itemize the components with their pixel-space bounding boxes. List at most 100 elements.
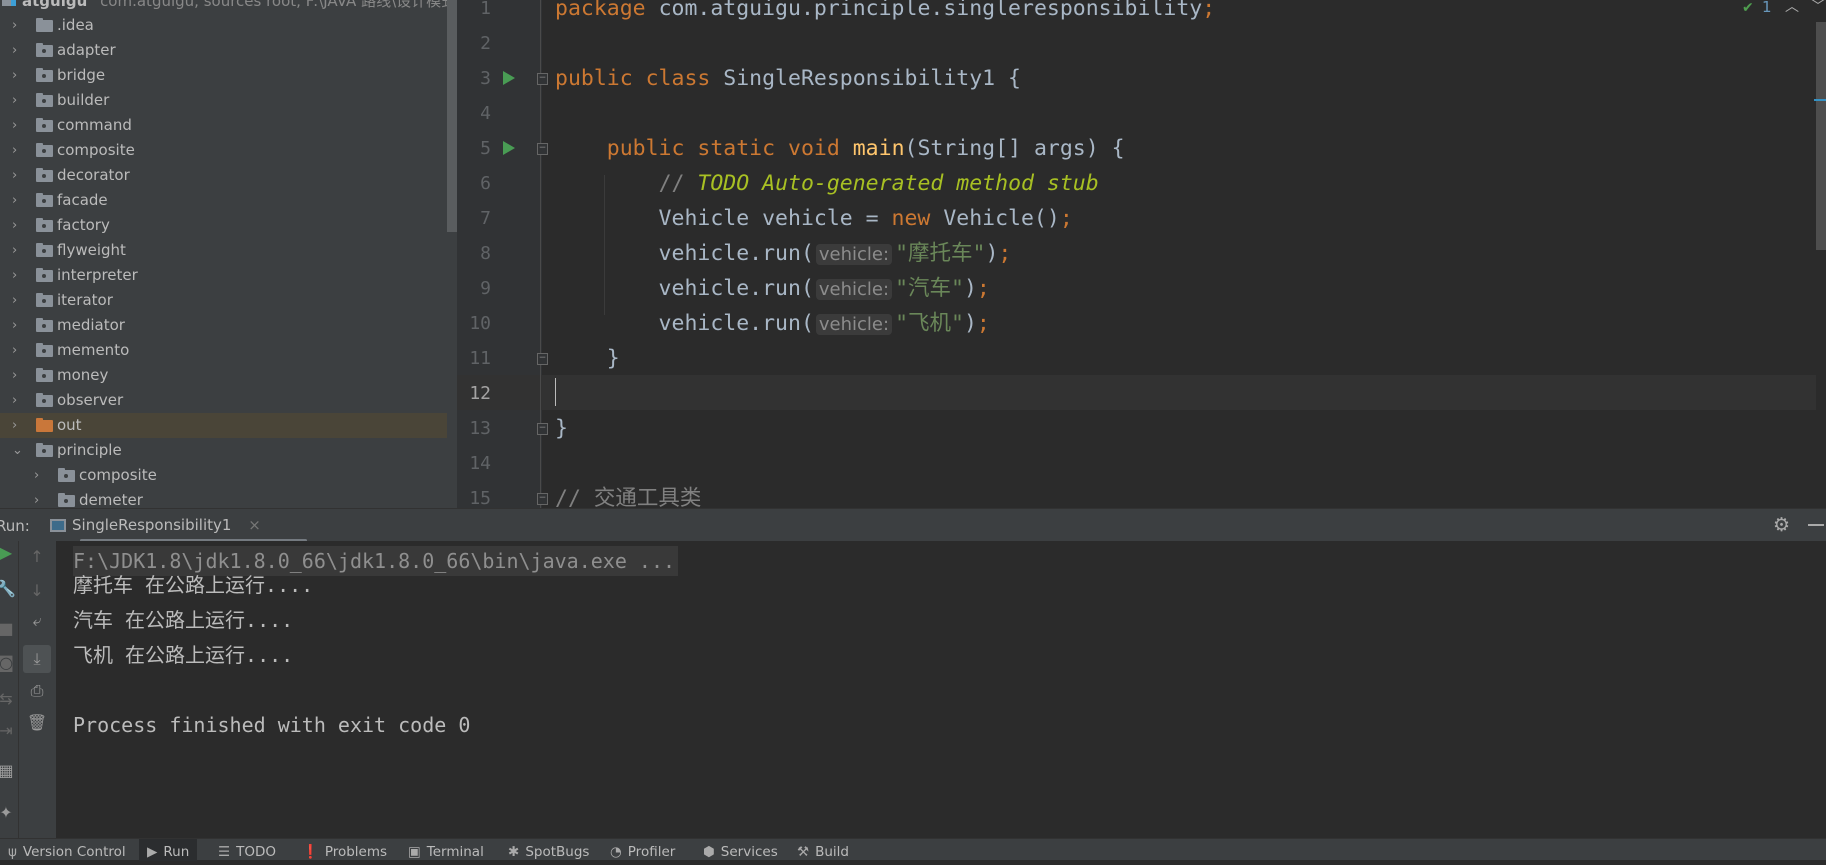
chevron-right-icon[interactable]: › — [12, 363, 22, 388]
console-output[interactable]: F:\JDK1.8\jdk1.8.0_66\jdk1.8.0_66\bin\ja… — [56, 541, 1826, 838]
stop-icon[interactable]: ■ — [0, 619, 20, 638]
tree-item[interactable]: › money — [0, 363, 447, 388]
chevron-right-icon[interactable]: › — [12, 263, 22, 288]
arrow-down-icon[interactable]: ↓ — [23, 581, 51, 600]
wrench-icon[interactable]: 🔧 — [0, 579, 20, 598]
tree-item[interactable]: › observer — [0, 388, 447, 413]
scroll-to-end-icon[interactable]: ⤓ — [23, 645, 51, 673]
chevron-right-icon[interactable]: › — [12, 413, 22, 438]
chevron-right-icon[interactable]: › — [12, 38, 22, 63]
restore-icon[interactable]: ⇆ — [0, 689, 20, 708]
tool-tab-build[interactable]: ⚒ Build — [789, 839, 857, 861]
chevron-right-icon[interactable]: › — [12, 338, 22, 363]
gear-icon[interactable]: ⚙ — [1773, 514, 1790, 536]
chevron-up-icon[interactable]: ︿ — [1785, 0, 1799, 16]
tool-tab-todo[interactable]: ☰ TODO — [210, 839, 284, 861]
chevron-right-icon[interactable]: › — [12, 213, 22, 238]
chevron-right-icon[interactable]: › — [12, 13, 22, 38]
project-scrollbar[interactable] — [447, 0, 457, 232]
tree-item[interactable]: ⌄ principle — [0, 438, 447, 463]
tree-item[interactable]: › facade — [0, 188, 447, 213]
fold-icon[interactable]: − — [537, 143, 548, 155]
tree-item[interactable]: › command — [0, 113, 447, 138]
tree-item[interactable]: › memento — [0, 338, 447, 363]
tree-item[interactable]: › iterator — [0, 288, 447, 313]
code-line[interactable]: vehicle.run(vehicle: "汽车"); — [555, 271, 990, 306]
pin-icon[interactable]: ✦ — [0, 803, 20, 822]
tree-item-label: bridge — [57, 66, 106, 84]
tool-tab-problems[interactable]: ❗ Problems — [294, 839, 395, 861]
minimize-icon[interactable] — [1808, 524, 1824, 526]
arrow-up-icon[interactable]: ↑ — [23, 547, 51, 566]
tree-item[interactable]: › flyweight — [0, 238, 447, 263]
code-line[interactable]: Vehicle vehicle = new Vehicle(); — [555, 201, 1073, 236]
chevron-down-icon[interactable]: ⌄ — [12, 438, 23, 463]
tool-tab-run[interactable]: ▶ Run — [139, 839, 198, 861]
code-line[interactable]: // TODO Auto-generated method stub — [555, 166, 1099, 201]
chevron-right-icon[interactable]: › — [12, 238, 22, 263]
inspection-count[interactable]: 1 — [1762, 0, 1772, 16]
chevron-down-icon[interactable]: ﹀ — [1811, 0, 1825, 16]
camera-icon[interactable]: ◙ — [0, 653, 20, 672]
tree-item[interactable]: › composite — [0, 138, 447, 163]
tree-item[interactable]: › builder — [0, 88, 447, 113]
run-gutter-icon[interactable] — [503, 141, 515, 155]
fold-icon[interactable]: − — [537, 73, 548, 85]
close-icon[interactable]: × — [248, 516, 261, 534]
chevron-right-icon[interactable]: › — [12, 88, 22, 113]
tree-root[interactable]: atguigu com.atguigu, sources root, F:\JA… — [0, 0, 456, 12]
tool-tab-version-control[interactable]: ψ Version Control — [0, 839, 134, 861]
code-line[interactable]: } — [555, 411, 568, 446]
chevron-right-icon[interactable]: › — [12, 163, 22, 188]
run-gutter-icon[interactable] — [503, 71, 515, 85]
tree-item[interactable]: › adapter — [0, 38, 447, 63]
chevron-right-icon[interactable]: › — [12, 138, 22, 163]
chevron-right-icon[interactable]: › — [12, 113, 22, 138]
tool-tab-profiler[interactable]: ◔ Profiler — [602, 839, 683, 861]
code-line[interactable]: vehicle.run(vehicle: "飞机"); — [555, 306, 990, 341]
chevron-right-icon[interactable]: › — [12, 313, 22, 338]
code-line[interactable]: package com.atguigu.principle.singleresp… — [555, 0, 1215, 26]
chevron-right-icon[interactable]: › — [34, 463, 44, 488]
tree-item[interactable]: › .idea — [0, 13, 447, 38]
code-token: com.atguigu.principle.singleresponsibili… — [658, 0, 1203, 21]
chevron-right-icon[interactable]: › — [12, 188, 22, 213]
tool-tab-label: Terminal — [426, 844, 484, 860]
fold-icon[interactable]: − — [537, 493, 548, 505]
tool-tab-spotbugs[interactable]: ✱ SpotBugs — [500, 839, 597, 861]
tree-item[interactable]: › factory — [0, 213, 447, 238]
chevron-right-icon[interactable]: › — [12, 388, 22, 413]
tree-item[interactable]: › interpreter — [0, 263, 447, 288]
editor-scrollbar[interactable] — [1816, 22, 1826, 250]
code-line[interactable]: } — [555, 341, 620, 376]
inspection-ok-icon[interactable]: ✔ — [1742, 0, 1754, 16]
folder-icon — [36, 68, 53, 82]
trash-icon[interactable]: 🗑 — [23, 713, 51, 732]
rerun-icon[interactable]: ▶ — [0, 543, 20, 562]
fold-icon[interactable]: − — [537, 423, 548, 435]
code-line[interactable]: vehicle.run(vehicle: "摩托车"); — [555, 236, 1012, 271]
soft-wrap-icon[interactable]: ⤶ — [23, 611, 51, 631]
code-line[interactable]: public static void main(String[] args) { — [555, 131, 1125, 166]
tree-item[interactable]: › demeter — [0, 488, 447, 508]
layout-icon[interactable]: ▦ — [0, 761, 20, 780]
code-token: "摩托车" — [895, 241, 986, 266]
console-line: Process finished with exit code 0 — [73, 713, 471, 737]
tree-item-label: command — [57, 116, 132, 134]
code-line[interactable]: public class SingleResponsibility1 { — [555, 61, 1021, 96]
tree-item[interactable]: › bridge — [0, 63, 447, 88]
print-icon[interactable]: ⎙ — [23, 681, 51, 701]
fold-icon[interactable]: − — [537, 353, 548, 365]
chevron-right-icon[interactable]: › — [12, 288, 22, 313]
tree-item[interactable]: › mediator — [0, 313, 447, 338]
tool-tab-terminal[interactable]: ▣ Terminal — [400, 839, 492, 861]
chevron-right-icon[interactable]: › — [12, 63, 22, 88]
tool-tab-services[interactable]: ⬢ Services — [695, 839, 786, 861]
chevron-right-icon[interactable]: › — [34, 488, 44, 508]
exit-icon[interactable]: ⇥ — [0, 721, 20, 740]
tree-item[interactable]: › decorator — [0, 163, 447, 188]
run-tab[interactable]: SingleResponsibility1 × — [46, 509, 307, 542]
tree-item[interactable]: › out — [0, 413, 447, 438]
tree-item[interactable]: › composite — [0, 463, 447, 488]
